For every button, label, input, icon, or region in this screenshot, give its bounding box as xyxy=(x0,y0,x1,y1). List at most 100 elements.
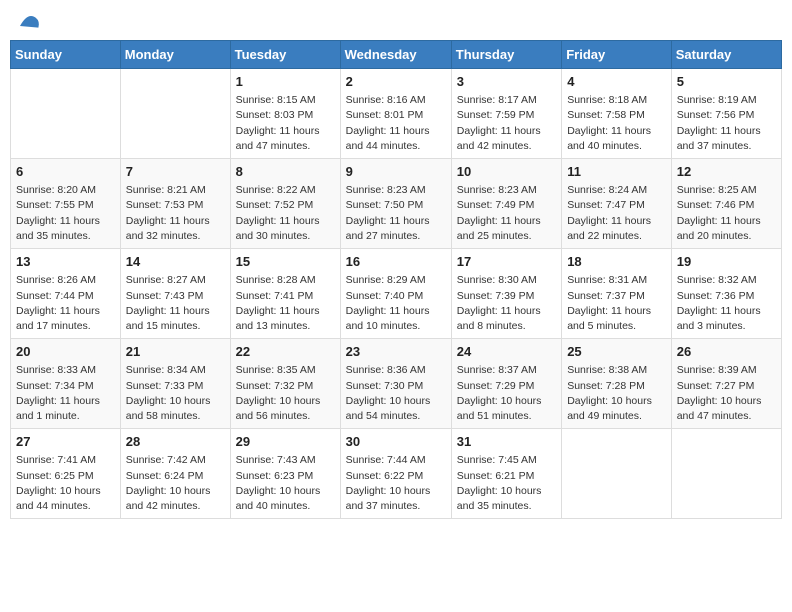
day-number: 19 xyxy=(677,253,776,271)
day-info: Sunrise: 8:18 AM Sunset: 7:58 PM Dayligh… xyxy=(567,93,666,154)
day-info: Sunrise: 8:21 AM Sunset: 7:53 PM Dayligh… xyxy=(126,183,225,244)
day-info: Sunrise: 7:41 AM Sunset: 6:25 PM Dayligh… xyxy=(16,453,115,514)
calendar-cell: 23 Sunrise: 8:36 AM Sunset: 7:30 PM Dayli… xyxy=(340,339,451,429)
calendar-header-row: SundayMondayTuesdayWednesdayThursdayFrid… xyxy=(11,41,782,69)
day-number: 4 xyxy=(567,73,666,91)
calendar-cell xyxy=(11,69,121,159)
day-number: 1 xyxy=(236,73,335,91)
calendar-week-row: 6Sunrise: 8:20 AM Sunset: 7:55 PM Daylig… xyxy=(11,159,782,249)
day-number: 11 xyxy=(567,163,666,181)
day-info: Sunrise: 7:43 AM Sunset: 6:23 PM Dayligh… xyxy=(236,453,335,514)
calendar-cell: 31 Sunrise: 7:45 AM Sunset: 6:21 PM Dayli… xyxy=(451,429,561,519)
day-info: Sunrise: 7:42 AM Sunset: 6:24 PM Dayligh… xyxy=(126,453,225,514)
day-info: Sunrise: 8:30 AM Sunset: 7:39 PM Dayligh… xyxy=(457,273,556,334)
calendar-cell: 4 Sunrise: 8:18 AM Sunset: 7:58 PM Daylig… xyxy=(562,69,672,159)
day-info: Sunrise: 8:25 AM Sunset: 7:46 PM Dayligh… xyxy=(677,183,776,244)
day-info: Sunrise: 8:16 AM Sunset: 8:01 PM Dayligh… xyxy=(346,93,446,154)
calendar-cell xyxy=(120,69,230,159)
day-number: 22 xyxy=(236,343,335,361)
day-info: Sunrise: 8:17 AM Sunset: 7:59 PM Dayligh… xyxy=(457,93,556,154)
day-number: 2 xyxy=(346,73,446,91)
calendar-cell: 2 Sunrise: 8:16 AM Sunset: 8:01 PM Daylig… xyxy=(340,69,451,159)
day-number: 31 xyxy=(457,433,556,451)
calendar-cell: 13Sunrise: 8:26 AM Sunset: 7:44 PM Dayli… xyxy=(11,249,121,339)
day-number: 27 xyxy=(16,433,115,451)
calendar-cell: 25Sunrise: 8:38 AM Sunset: 7:28 PM Dayli… xyxy=(562,339,672,429)
day-number: 17 xyxy=(457,253,556,271)
calendar-cell: 3 Sunrise: 8:17 AM Sunset: 7:59 PM Daylig… xyxy=(451,69,561,159)
day-number: 10 xyxy=(457,163,556,181)
calendar-cell: 15Sunrise: 8:28 AM Sunset: 7:41 PM Dayli… xyxy=(230,249,340,339)
calendar-cell: 11 Sunrise: 8:24 AM Sunset: 7:47 PM Dayli… xyxy=(562,159,672,249)
day-info: Sunrise: 7:45 AM Sunset: 6:21 PM Dayligh… xyxy=(457,453,556,514)
day-number: 12 xyxy=(677,163,776,181)
calendar-cell: 27 Sunrise: 7:41 AM Sunset: 6:25 PM Dayli… xyxy=(11,429,121,519)
day-of-week-header: Monday xyxy=(120,41,230,69)
day-of-week-header: Friday xyxy=(562,41,672,69)
calendar-cell: 7Sunrise: 8:21 AM Sunset: 7:53 PM Daylig… xyxy=(120,159,230,249)
calendar-week-row: 20 Sunrise: 8:33 AM Sunset: 7:34 PM Dayli… xyxy=(11,339,782,429)
day-number: 21 xyxy=(126,343,225,361)
calendar-table: SundayMondayTuesdayWednesdayThursdayFrid… xyxy=(10,40,782,519)
day-number: 13 xyxy=(16,253,115,271)
calendar-week-row: 27 Sunrise: 7:41 AM Sunset: 6:25 PM Dayli… xyxy=(11,429,782,519)
day-info: Sunrise: 7:44 AM Sunset: 6:22 PM Dayligh… xyxy=(346,453,446,514)
calendar-cell: 21 Sunrise: 8:34 AM Sunset: 7:33 PM Dayli… xyxy=(120,339,230,429)
calendar-week-row: 13Sunrise: 8:26 AM Sunset: 7:44 PM Dayli… xyxy=(11,249,782,339)
day-info: Sunrise: 8:35 AM Sunset: 7:32 PM Dayligh… xyxy=(236,363,335,424)
calendar-cell: 29 Sunrise: 7:43 AM Sunset: 6:23 PM Dayli… xyxy=(230,429,340,519)
day-number: 20 xyxy=(16,343,115,361)
day-info: Sunrise: 8:33 AM Sunset: 7:34 PM Dayligh… xyxy=(16,363,115,424)
calendar-cell xyxy=(671,429,781,519)
day-info: Sunrise: 8:39 AM Sunset: 7:27 PM Dayligh… xyxy=(677,363,776,424)
calendar-cell: 5 Sunrise: 8:19 AM Sunset: 7:56 PM Daylig… xyxy=(671,69,781,159)
day-info: Sunrise: 8:23 AM Sunset: 7:50 PM Dayligh… xyxy=(346,183,446,244)
calendar-cell xyxy=(562,429,672,519)
day-info: Sunrise: 8:27 AM Sunset: 7:43 PM Dayligh… xyxy=(126,273,225,334)
day-info: Sunrise: 8:20 AM Sunset: 7:55 PM Dayligh… xyxy=(16,183,115,244)
calendar-cell: 12 Sunrise: 8:25 AM Sunset: 7:46 PM Dayli… xyxy=(671,159,781,249)
day-number: 29 xyxy=(236,433,335,451)
day-of-week-header: Wednesday xyxy=(340,41,451,69)
day-info: Sunrise: 8:28 AM Sunset: 7:41 PM Dayligh… xyxy=(236,273,335,334)
calendar-cell: 6Sunrise: 8:20 AM Sunset: 7:55 PM Daylig… xyxy=(11,159,121,249)
day-number: 30 xyxy=(346,433,446,451)
page-header xyxy=(10,10,782,34)
day-number: 25 xyxy=(567,343,666,361)
day-number: 23 xyxy=(346,343,446,361)
calendar-cell: 10 Sunrise: 8:23 AM Sunset: 7:49 PM Dayli… xyxy=(451,159,561,249)
day-number: 3 xyxy=(457,73,556,91)
day-info: Sunrise: 8:23 AM Sunset: 7:49 PM Dayligh… xyxy=(457,183,556,244)
calendar-cell: 1 Sunrise: 8:15 AM Sunset: 8:03 PM Daylig… xyxy=(230,69,340,159)
day-info: Sunrise: 8:34 AM Sunset: 7:33 PM Dayligh… xyxy=(126,363,225,424)
day-number: 8 xyxy=(236,163,335,181)
calendar-cell: 24Sunrise: 8:37 AM Sunset: 7:29 PM Dayli… xyxy=(451,339,561,429)
day-of-week-header: Saturday xyxy=(671,41,781,69)
day-number: 5 xyxy=(677,73,776,91)
day-info: Sunrise: 8:31 AM Sunset: 7:37 PM Dayligh… xyxy=(567,273,666,334)
day-info: Sunrise: 8:29 AM Sunset: 7:40 PM Dayligh… xyxy=(346,273,446,334)
day-of-week-header: Sunday xyxy=(11,41,121,69)
day-number: 28 xyxy=(126,433,225,451)
calendar-cell: 8 Sunrise: 8:22 AM Sunset: 7:52 PM Daylig… xyxy=(230,159,340,249)
day-of-week-header: Tuesday xyxy=(230,41,340,69)
day-info: Sunrise: 8:19 AM Sunset: 7:56 PM Dayligh… xyxy=(677,93,776,154)
logo xyxy=(14,10,40,34)
calendar-cell: 28 Sunrise: 7:42 AM Sunset: 6:24 PM Dayli… xyxy=(120,429,230,519)
day-info: Sunrise: 8:22 AM Sunset: 7:52 PM Dayligh… xyxy=(236,183,335,244)
day-number: 14 xyxy=(126,253,225,271)
day-info: Sunrise: 8:24 AM Sunset: 7:47 PM Dayligh… xyxy=(567,183,666,244)
day-number: 18 xyxy=(567,253,666,271)
day-info: Sunrise: 8:15 AM Sunset: 8:03 PM Dayligh… xyxy=(236,93,335,154)
calendar-cell: 18 Sunrise: 8:31 AM Sunset: 7:37 PM Dayli… xyxy=(562,249,672,339)
day-number: 16 xyxy=(346,253,446,271)
logo-icon xyxy=(16,10,40,34)
calendar-cell: 22 Sunrise: 8:35 AM Sunset: 7:32 PM Dayli… xyxy=(230,339,340,429)
day-number: 26 xyxy=(677,343,776,361)
day-info: Sunrise: 8:36 AM Sunset: 7:30 PM Dayligh… xyxy=(346,363,446,424)
calendar-cell: 20 Sunrise: 8:33 AM Sunset: 7:34 PM Dayli… xyxy=(11,339,121,429)
calendar-cell: 26 Sunrise: 8:39 AM Sunset: 7:27 PM Dayli… xyxy=(671,339,781,429)
calendar-cell: 17 Sunrise: 8:30 AM Sunset: 7:39 PM Dayli… xyxy=(451,249,561,339)
calendar-cell: 14 Sunrise: 8:27 AM Sunset: 7:43 PM Dayli… xyxy=(120,249,230,339)
calendar-cell: 16 Sunrise: 8:29 AM Sunset: 7:40 PM Dayli… xyxy=(340,249,451,339)
